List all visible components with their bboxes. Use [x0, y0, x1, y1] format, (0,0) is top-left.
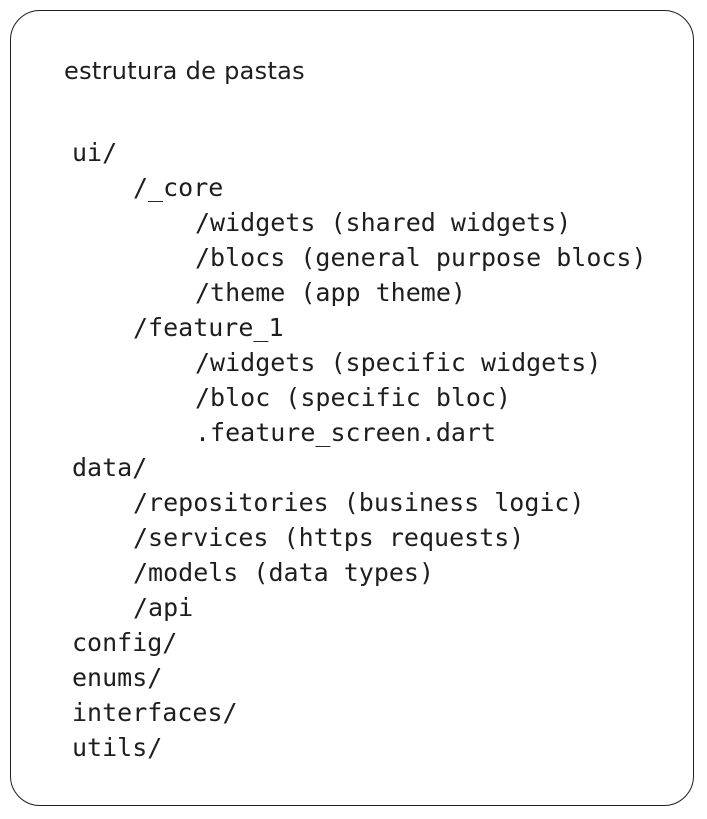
- tree-line-services: /services (https requests): [133, 523, 525, 552]
- tree-line-feature-1: /feature_1: [133, 313, 284, 342]
- tree-line-interfaces: interfaces/: [72, 698, 238, 727]
- tree-line-data: data/: [72, 453, 148, 482]
- tree-line-core-widgets: /widgets (shared widgets): [195, 208, 572, 237]
- tree-line-enums: enums/: [72, 663, 163, 692]
- tree-line-core-blocs: /blocs (general purpose blocs): [195, 243, 647, 272]
- tree-line-api: /api: [133, 593, 194, 622]
- tree-line-core-theme: /theme (app theme): [195, 278, 466, 307]
- tree-line-feature-bloc: /bloc (specific bloc): [195, 383, 512, 412]
- tree-line-utils: utils/: [72, 733, 163, 762]
- tree-line-feature-widgets: /widgets (specific widgets): [195, 348, 602, 377]
- tree-line-repositories: /repositories (business logic): [133, 488, 585, 517]
- tree-line-feature-screen: .feature_screen.dart: [195, 418, 497, 447]
- diagram-title: estrutura de pastas: [64, 57, 305, 85]
- tree-line-core: /_core: [133, 173, 224, 202]
- tree-line-models: /models (data types): [133, 558, 435, 587]
- folder-tree: ui/ /_core /widgets (shared widgets) /bl…: [72, 135, 647, 765]
- tree-line-config: config/: [72, 628, 178, 657]
- tree-line-ui: ui/: [72, 138, 118, 167]
